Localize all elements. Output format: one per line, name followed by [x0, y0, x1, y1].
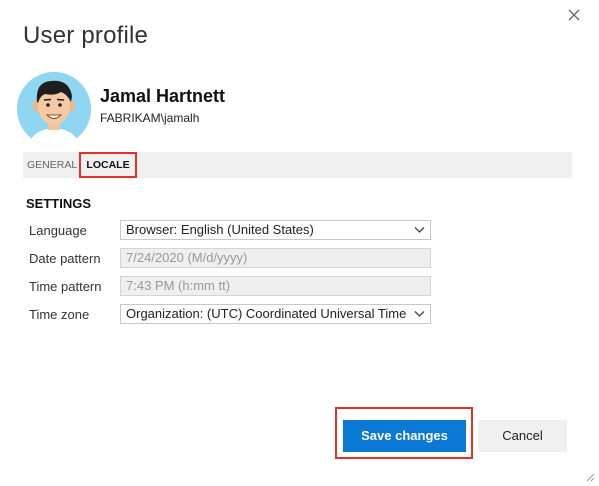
time-zone-label: Time zone: [29, 307, 90, 322]
language-select[interactable]: Browser: English (United States): [120, 220, 431, 240]
tab-general[interactable]: GENERAL: [27, 152, 77, 178]
settings-heading: SETTINGS: [26, 196, 92, 211]
tab-locale[interactable]: LOCALE: [79, 152, 137, 178]
user-account-name: FABRIKAM\jamalh: [100, 111, 200, 125]
date-pattern-field: 7/24/2020 (M/d/yyyy): [120, 248, 431, 268]
profile-tabs: GENERAL LOCALE: [23, 152, 572, 178]
time-pattern-value: 7:43 PM (h:mm tt): [126, 278, 231, 293]
time-zone-select[interactable]: Organization: (UTC) Coordinated Universa…: [120, 304, 431, 324]
chevron-down-icon: [414, 310, 425, 318]
resize-grip-icon[interactable]: [585, 472, 595, 482]
language-label: Language: [29, 223, 87, 238]
chevron-down-icon: [414, 226, 425, 234]
time-zone-value: Organization: (UTC) Coordinated Universa…: [126, 306, 407, 321]
close-icon[interactable]: [565, 6, 583, 24]
save-changes-button[interactable]: Save changes: [343, 420, 466, 452]
avatar: [17, 72, 91, 146]
user-profile-dialog: User profile Jamal Hartnett FABRIKAM\jam…: [0, 0, 599, 486]
date-pattern-label: Date pattern: [29, 251, 101, 266]
cancel-button[interactable]: Cancel: [478, 420, 567, 452]
dialog-title: User profile: [23, 22, 149, 49]
time-pattern-field: 7:43 PM (h:mm tt): [120, 276, 431, 296]
language-value: Browser: English (United States): [126, 222, 314, 237]
date-pattern-value: 7/24/2020 (M/d/yyyy): [126, 250, 248, 265]
user-display-name: Jamal Hartnett: [100, 86, 226, 106]
time-pattern-label: Time pattern: [29, 279, 102, 294]
